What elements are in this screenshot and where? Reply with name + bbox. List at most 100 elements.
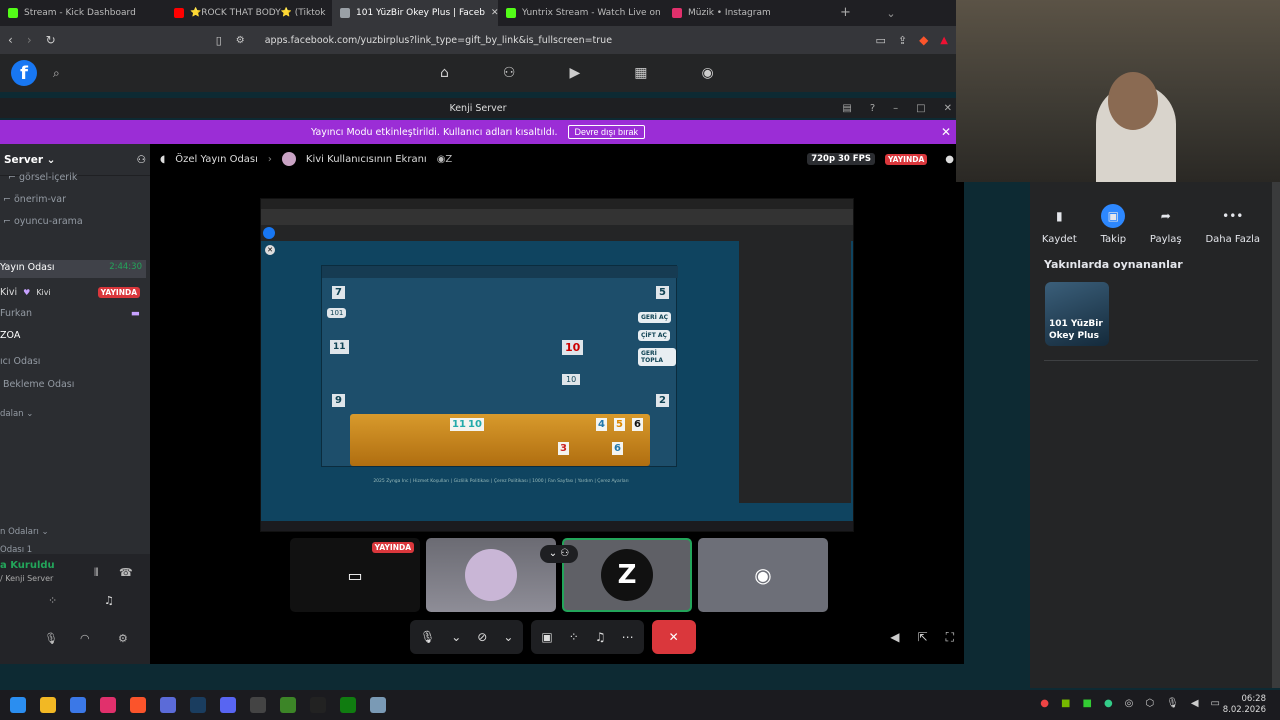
channel-item[interactable]: ıcı Odası — [0, 356, 40, 367]
category-header[interactable]: n Odaları ⌄ — [0, 527, 49, 537]
video-icon[interactable]: ▶ — [569, 65, 580, 81]
brave-icon[interactable] — [130, 697, 146, 713]
voice-user[interactable]: Kivi ♥ Kivi YAYINDA — [0, 287, 140, 298]
voice-user[interactable]: ZOA — [0, 330, 20, 341]
save-button[interactable]: ▮ Kaydet — [1042, 204, 1077, 245]
rack-tile[interactable]: 6 — [612, 442, 623, 455]
undo-button[interactable]: GERİ AÇ — [638, 312, 672, 323]
search-icon[interactable]: ⌕ — [53, 66, 60, 81]
app-icon[interactable] — [370, 697, 386, 713]
network-icon[interactable]: ▭ — [1211, 698, 1220, 709]
tile-rack[interactable]: 11 10 4 5 6 3 6 — [350, 414, 650, 466]
participant-tile-speaking[interactable]: Z — [562, 538, 692, 612]
url-field[interactable]: apps.facebook.com/yuzbirplus?link_type=g… — [265, 35, 612, 46]
voice-channel-active[interactable]: Yayın Odası 2:44:30 — [0, 260, 146, 278]
participant-tile[interactable]: ◉ — [698, 538, 828, 612]
tray-icon[interactable]: ⬡ — [1145, 698, 1154, 709]
recent-game-card[interactable]: 101 YüzBir Okey Plus — [1045, 282, 1109, 346]
close-icon[interactable]: ✕ — [944, 103, 952, 114]
volume-icon[interactable]: ◀ — [890, 630, 899, 645]
steam-icon[interactable] — [190, 697, 206, 713]
volume-icon[interactable]: ◀ — [1191, 698, 1199, 709]
facebook-logo[interactable]: f — [11, 60, 37, 86]
site-settings-icon[interactable]: ⚙ — [236, 35, 245, 46]
disconnect-icon[interactable]: ☎ — [119, 566, 133, 579]
app-icon[interactable] — [70, 697, 86, 713]
noise-suppression-icon[interactable]: ⫴ — [94, 566, 99, 580]
double-open-button[interactable]: ÇİFT AÇ — [638, 330, 670, 341]
app-icon[interactable] — [160, 697, 176, 713]
xbox-icon[interactable] — [340, 697, 356, 713]
fullscreen-icon[interactable]: ⛶ — [946, 630, 954, 645]
more-button[interactable]: ••• Daha Fazla — [1205, 204, 1260, 245]
instagram-icon[interactable] — [100, 697, 116, 713]
home-icon[interactable]: ⌂ — [440, 65, 449, 81]
epic-games-icon[interactable] — [310, 697, 326, 713]
brave-rewards-icon[interactable]: ▲ — [940, 35, 948, 46]
file-explorer-icon[interactable] — [40, 697, 56, 713]
help-icon[interactable]: ? — [870, 103, 875, 114]
nvidia-icon[interactable]: ■ — [1061, 698, 1070, 709]
app-icon[interactable] — [250, 697, 266, 713]
tray-icon[interactable]: ■ — [1082, 698, 1091, 709]
camera-off-icon[interactable]: ⊘ — [477, 630, 487, 644]
settings-icon[interactable]: ⚙ — [118, 632, 128, 645]
marketplace-icon[interactable]: ▦ — [634, 65, 647, 81]
chevron-down-icon[interactable]: ⌄ ⚇ — [540, 545, 578, 563]
tray-icon[interactable]: ● — [1040, 698, 1049, 709]
reload-icon[interactable]: ↻ — [46, 33, 56, 47]
chevron-down-icon[interactable]: ⌄ — [886, 7, 895, 20]
scrollbar[interactable] — [1272, 182, 1280, 688]
close-icon[interactable]: ✕ — [265, 245, 275, 255]
collect-button[interactable]: GERİ TOPLA — [638, 348, 676, 366]
follow-button[interactable]: ▣ Takip — [1101, 204, 1126, 245]
microphone-icon[interactable]: 🎙 — [1166, 698, 1179, 709]
discord-icon[interactable] — [220, 697, 236, 713]
rack-tile[interactable]: 10 — [466, 418, 484, 431]
groups-icon[interactable]: ◉ — [701, 65, 713, 81]
rack-tile[interactable]: 5 — [614, 418, 625, 431]
forward-icon[interactable]: › — [27, 33, 32, 47]
rack-tile[interactable]: 4 — [596, 418, 607, 431]
tray-icon[interactable]: ● — [1104, 698, 1113, 709]
soundboard-icon[interactable]: ♫ — [595, 630, 606, 644]
activity-icon[interactable]: ⁘ — [48, 594, 57, 607]
channel-item[interactable]: ⌐ oyuncu-arama — [3, 216, 83, 227]
leave-call-button[interactable]: ✕ — [651, 620, 696, 654]
game-board[interactable]: 7 101 11 9 5 2 10 10 GERİ AÇ ÇİFT AÇ GER… — [321, 265, 678, 467]
share-icon[interactable]: ⇪ — [898, 34, 907, 47]
inbox-icon[interactable]: ▤ — [842, 103, 851, 114]
browser-tab[interactable]: ⭐ROCK THAT BODY⭐ (Tiktok — [166, 0, 332, 26]
browser-tab[interactable]: Stream - Kick Dashboard — [0, 0, 166, 26]
cast-icon[interactable]: ▭ — [875, 34, 885, 47]
steam-icon[interactable]: ◎ — [1125, 698, 1134, 709]
maximize-icon[interactable]: □ — [916, 103, 925, 114]
activity-icon[interactable]: ⁘ — [569, 630, 579, 644]
chevron-down-icon[interactable]: ⌄ — [503, 630, 513, 644]
minimize-icon[interactable]: – — [893, 103, 898, 114]
close-tab-icon[interactable]: ✕ — [491, 8, 498, 18]
microphone-icon[interactable]: 🎙 — [44, 632, 58, 645]
participant-tile[interactable]: ▭ YAYINDA — [290, 538, 420, 612]
rack-tile[interactable]: 3 — [558, 442, 569, 455]
headphones-icon[interactable]: ◠ — [80, 632, 90, 645]
minecraft-icon[interactable] — [280, 697, 296, 713]
friends-icon[interactable]: ⚇ — [503, 65, 516, 81]
microphone-icon[interactable]: 🎙 — [420, 630, 435, 644]
clock[interactable]: 06:28 8.02.2026 — [1223, 694, 1266, 716]
soundboard-icon[interactable]: ♫ — [104, 594, 114, 607]
browser-tab-active[interactable]: 101 YüzBir Okey Plus | Faceb ✕ — [332, 0, 498, 26]
popout-icon[interactable]: ⇱ — [918, 630, 928, 645]
channel-item[interactable]: ⌐ önerim-var — [3, 194, 66, 205]
add-member-icon[interactable]: ⚇ — [137, 154, 146, 166]
share-button[interactable]: ➦ Paylaş — [1150, 204, 1182, 245]
category-header[interactable]: dalan ⌄ — [0, 409, 33, 419]
more-icon[interactable]: ⋯ — [622, 630, 634, 644]
browser-tab[interactable]: Yuntrix Stream - Watch Live on Kick — [498, 0, 664, 26]
chat-icon[interactable]: ● — [945, 154, 954, 165]
voice-user[interactable]: Furkan ▬ — [0, 308, 140, 319]
back-icon[interactable]: ‹ — [8, 33, 13, 47]
screen-share-icon[interactable]: ▣ — [541, 630, 552, 644]
channel-item[interactable]: ⌐ görsel-içerik — [8, 172, 77, 183]
channel-item[interactable]: Bekleme Odası — [3, 379, 74, 390]
